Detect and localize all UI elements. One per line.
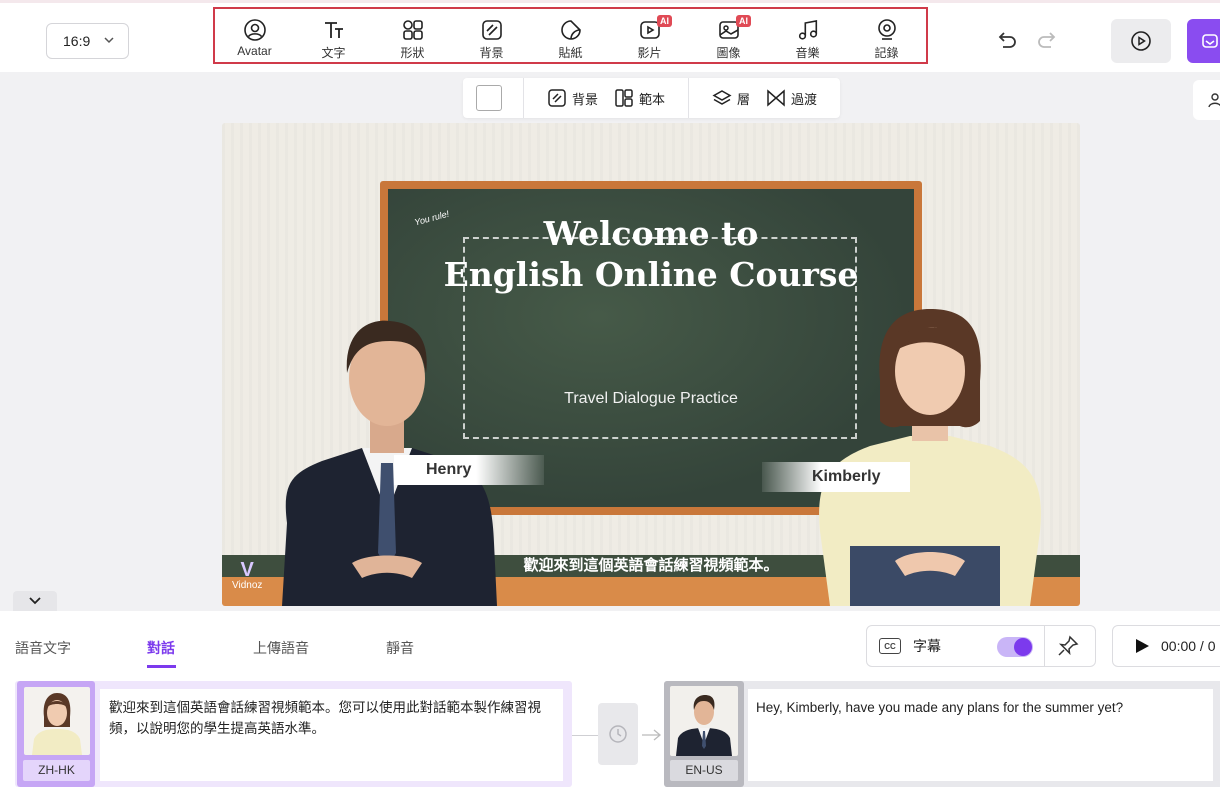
vidnoz-logo-icon: V	[240, 559, 254, 581]
tool-label: Avatar	[237, 44, 272, 58]
tool-label: 背景	[479, 46, 504, 60]
tool-label: 文字	[321, 46, 346, 60]
redo-icon[interactable]	[1035, 28, 1059, 52]
side-panel-toggle[interactable]	[1193, 80, 1220, 120]
name-tag-kimberly[interactable]: Kimberly	[762, 462, 910, 492]
dialogue-line[interactable]: EN-US Hey, Kimberly, have you made any p…	[664, 681, 1220, 787]
layer-button[interactable]: 層	[712, 88, 750, 108]
watermark-logo: V Vidnoz	[232, 560, 262, 591]
shapes-icon	[402, 20, 423, 40]
template-button[interactable]: 範本	[614, 88, 665, 108]
user-icon	[1208, 93, 1220, 108]
layer-label: 層	[737, 91, 751, 107]
logo-text: Vidnoz	[232, 580, 263, 591]
ai-badge: AI	[657, 15, 672, 27]
tool-music[interactable]: 音樂	[768, 9, 847, 62]
template-label: 範本	[639, 91, 666, 107]
aspect-ratio-value: 16:9	[63, 33, 91, 49]
color-swatch[interactable]	[476, 85, 502, 111]
tool-sticker[interactable]: 貼紙	[531, 9, 610, 62]
music-icon	[798, 20, 817, 40]
background-icon	[548, 89, 566, 107]
ai-badge: AI	[736, 15, 751, 27]
tool-image[interactable]: AI 圖像	[689, 9, 768, 62]
undo-icon[interactable]	[995, 28, 1019, 52]
tool-shapes[interactable]: 形狀	[373, 9, 452, 62]
caption-text: 歡迎來到這個英語會話練習視頻範本。	[523, 557, 779, 574]
avatar-thumbnail-kimberly	[24, 687, 90, 755]
tab-mute[interactable]: 靜音	[386, 638, 414, 658]
tool-label: 貼紙	[558, 46, 583, 60]
dialogue-text[interactable]: 歡迎來到這個英語會話練習視頻範本。您可以使用此對話範本製作練習視頻，以說明您的學…	[100, 689, 563, 781]
tab-upload-voice[interactable]: 上傳語音	[253, 638, 309, 658]
canvas-toolbar: 背景 範本 層 過渡	[463, 78, 840, 118]
tool-label: 形狀	[400, 46, 425, 60]
template-icon	[615, 89, 633, 107]
play-icon	[1136, 639, 1149, 653]
avatar-henry[interactable]	[262, 223, 512, 606]
language-tag[interactable]: EN-US	[670, 760, 738, 781]
toggle-knob	[1014, 638, 1032, 656]
tool-background[interactable]: 背景	[452, 9, 531, 62]
script-panel: 語音文字 對話 上傳語音 靜音 CC 字幕 00:00 / 0 ZH-HK 歡迎…	[0, 611, 1220, 787]
tool-video[interactable]: AI 影片	[610, 9, 689, 62]
language-tag[interactable]: ZH-HK	[23, 760, 90, 781]
tab-dialogue[interactable]: 對話	[147, 638, 175, 658]
video-canvas[interactable]: You rule! Welcome to English Online Cour…	[222, 123, 1080, 606]
tool-label: 影片	[637, 46, 662, 60]
aspect-ratio-select[interactable]: 16:9	[46, 23, 129, 59]
transition-label: 過渡	[791, 91, 818, 107]
avatar-icon	[243, 19, 266, 41]
active-tab-indicator	[147, 665, 176, 668]
playback-control[interactable]: 00:00 / 0	[1112, 625, 1220, 667]
speaker-thumbnail[interactable]: EN-US	[664, 681, 744, 787]
subtitle-toggle[interactable]	[997, 637, 1033, 657]
export-button[interactable]	[1187, 19, 1220, 63]
collapse-panel-button[interactable]	[13, 591, 57, 611]
name-tag-henry[interactable]: Henry	[394, 455, 544, 485]
tool-record[interactable]: 記錄	[847, 9, 926, 62]
dialogue-text[interactable]: Hey, Kimberly, have you made any plans f…	[748, 689, 1213, 781]
subtitle-control: CC 字幕	[866, 625, 1096, 667]
cc-icon: CC	[879, 638, 901, 654]
background-button[interactable]: 背景	[547, 88, 598, 108]
tool-text[interactable]: 文字	[294, 9, 373, 62]
subtitle-label: 字幕	[913, 638, 941, 654]
dialogue-line[interactable]: ZH-HK 歡迎來到這個英語會話練習視頻範本。您可以使用此對話範本製作練習視頻，…	[15, 681, 572, 787]
tool-label: 圖像	[716, 46, 741, 60]
connector-line	[572, 735, 598, 736]
pause-button[interactable]	[598, 703, 638, 765]
top-bar: 16:9 Avatar 文字 形狀 背景 貼紙 AI 影片 AI 圖像 音樂 記…	[0, 0, 1220, 72]
playback-time: 00:00 / 0	[1161, 638, 1216, 654]
chevron-down-icon	[29, 597, 41, 605]
pin-icon[interactable]	[1057, 635, 1079, 657]
transition-button[interactable]: 過渡	[766, 88, 817, 108]
sticker-icon	[560, 20, 581, 40]
background-label: 背景	[572, 91, 599, 107]
background-icon	[481, 20, 502, 40]
tool-avatar[interactable]: Avatar	[215, 9, 294, 62]
avatar-kimberly[interactable]	[800, 231, 1060, 606]
arrow-right-icon	[642, 729, 662, 741]
text-icon	[324, 22, 343, 38]
transition-icon	[767, 89, 785, 107]
speaker-thumbnail[interactable]: ZH-HK	[17, 681, 95, 787]
preview-button[interactable]	[1111, 19, 1171, 63]
divider	[688, 78, 690, 118]
tool-label: 音樂	[795, 46, 820, 60]
tool-label: 記錄	[874, 46, 899, 60]
tray-icon	[1202, 34, 1218, 48]
avatar-thumbnail-henry	[670, 686, 738, 756]
clock-icon	[609, 725, 627, 743]
layers-icon	[712, 90, 732, 105]
record-icon	[877, 19, 896, 40]
play-circle-icon	[1131, 31, 1151, 51]
chevron-down-icon	[104, 37, 114, 44]
media-toolbar: Avatar 文字 形狀 背景 貼紙 AI 影片 AI 圖像 音樂 記錄	[213, 7, 928, 64]
tab-voice-text[interactable]: 語音文字	[15, 638, 71, 658]
divider	[1044, 626, 1045, 666]
divider	[523, 78, 524, 118]
